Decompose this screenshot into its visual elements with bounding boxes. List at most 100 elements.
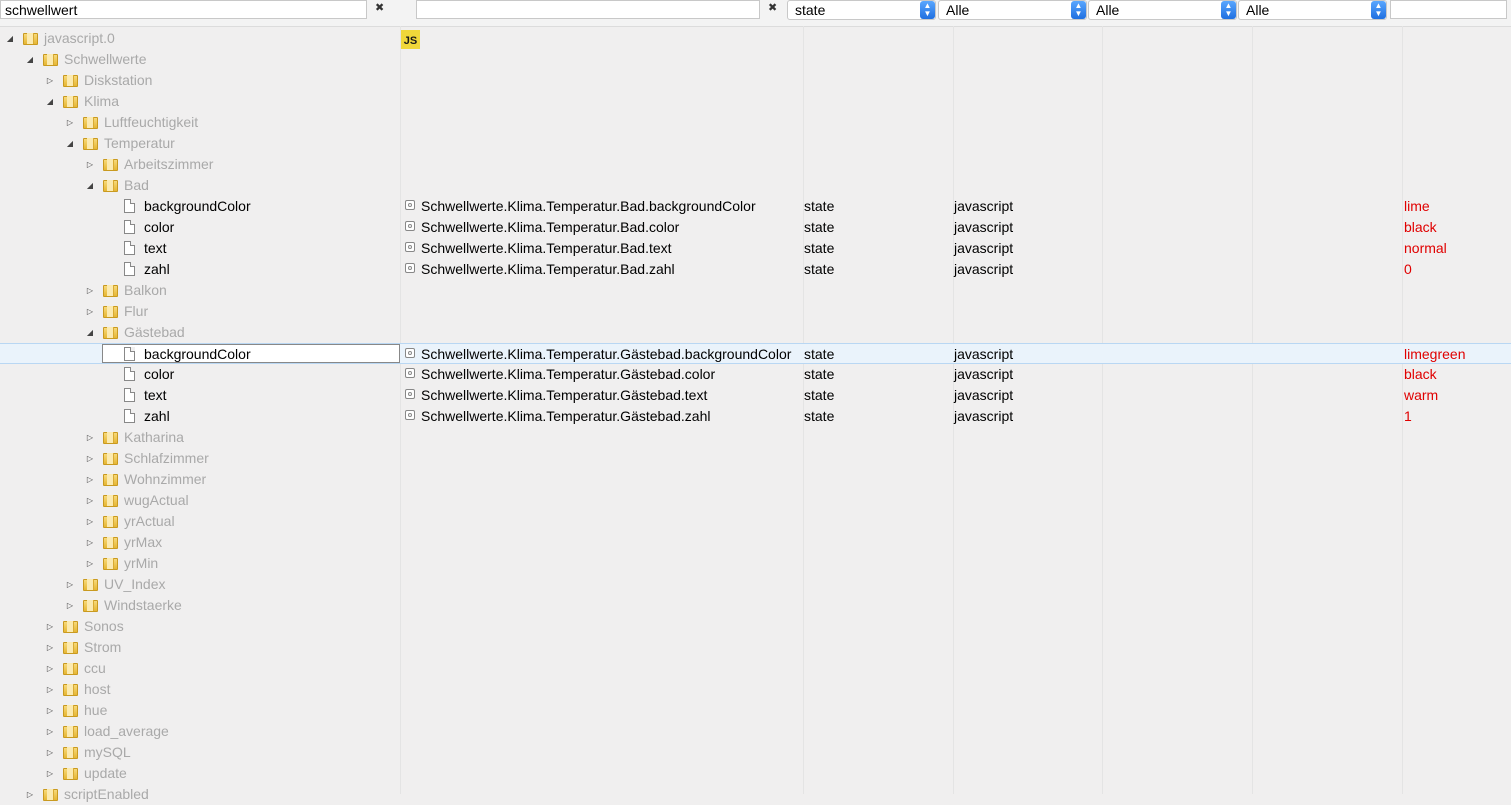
type-filter-select[interactable]: state ▲ ▼ [787, 0, 936, 20]
object-value[interactable]: 1 [1404, 406, 1412, 427]
expand-toggle-icon[interactable]: ▷ [45, 721, 55, 742]
tree-folder-row[interactable]: ▷ hue [0, 700, 1511, 721]
object-value[interactable]: lime [1404, 196, 1430, 217]
tree-state-row[interactable]: color Schwellwerte.Klima.Temperatur.Bad.c… [0, 217, 1511, 238]
tree-folder-row[interactable]: ▷ scriptEnabled [0, 784, 1511, 805]
collapse-toggle-icon[interactable]: ◢ [25, 49, 35, 70]
folder-icon [103, 285, 118, 297]
expand-toggle-icon[interactable]: ▷ [45, 700, 55, 721]
state-label: color [144, 366, 175, 382]
tree-folder-row[interactable]: ▷ yrMax [0, 532, 1511, 553]
expand-toggle-icon[interactable]: ▷ [45, 637, 55, 658]
collapse-toggle-icon[interactable]: ◢ [65, 133, 75, 154]
expand-toggle-icon[interactable]: ▷ [45, 658, 55, 679]
object-value[interactable]: normal [1404, 238, 1447, 259]
object-value[interactable]: 0 [1404, 259, 1412, 280]
folder-icon [103, 558, 118, 570]
tree-folder-row[interactable]: ▷ yrActual [0, 511, 1511, 532]
tree-folder-row[interactable]: ▷ Flur [0, 301, 1511, 322]
tree-folder-row[interactable]: ◢ Schwellwerte [0, 49, 1511, 70]
state-icon [405, 410, 415, 420]
tree-folder-row[interactable]: ◢ javascript.0 [0, 28, 1511, 49]
tree-folder-row[interactable]: ▷ host [0, 679, 1511, 700]
expand-toggle-icon[interactable]: ▷ [85, 427, 95, 448]
expand-toggle-icon[interactable]: ▷ [85, 469, 95, 490]
expand-toggle-icon[interactable]: ▷ [85, 553, 95, 574]
tree-state-row[interactable]: text Schwellwerte.Klima.Temperatur.Gästeb… [0, 385, 1511, 406]
expand-toggle-icon[interactable]: ▷ [65, 595, 75, 616]
tree-state-row[interactable]: zahl Schwellwerte.Klima.Temperatur.Bad.za… [0, 259, 1511, 280]
expand-toggle-icon[interactable]: ▷ [85, 280, 95, 301]
folder-label: Klima [84, 93, 120, 109]
object-value[interactable]: black [1404, 217, 1437, 238]
tree-folder-row[interactable]: ▷ Windstaerke [0, 595, 1511, 616]
room-filter-value: Alle [1096, 2, 1120, 18]
tree-folder-row[interactable]: ◢ Bad [0, 175, 1511, 196]
chevron-updown-icon: ▲ ▼ [1221, 1, 1236, 19]
tree-state-row[interactable]: text Schwellwerte.Klima.Temperatur.Bad.te… [0, 238, 1511, 259]
tree-folder-row[interactable]: ▷ Strom [0, 637, 1511, 658]
expand-toggle-icon[interactable]: ▷ [85, 511, 95, 532]
expand-toggle-icon[interactable]: ▷ [25, 784, 35, 805]
collapse-toggle-icon[interactable]: ◢ [85, 175, 95, 196]
tree-state-row[interactable]: zahl Schwellwerte.Klima.Temperatur.Gästeb… [0, 406, 1511, 427]
expand-toggle-icon[interactable]: ▷ [45, 616, 55, 637]
state-icon [405, 200, 415, 210]
tree-folder-row[interactable]: ▷ update [0, 763, 1511, 784]
tree-folder-row[interactable]: ▷ Luftfeuchtigkeit [0, 112, 1511, 133]
tree-folder-row[interactable]: ▷ Wohnzimmer [0, 469, 1511, 490]
expand-toggle-icon[interactable]: ▷ [65, 112, 75, 133]
expand-toggle-icon[interactable]: ▷ [85, 301, 95, 322]
tree-state-row[interactable]: backgroundColor Schwellwerte.Klima.Temper… [0, 343, 1511, 364]
id-filter-input[interactable] [416, 0, 760, 19]
tree-folder-row[interactable]: ◢ Klima [0, 91, 1511, 112]
value-filter-input[interactable] [1390, 0, 1507, 19]
expand-toggle-icon[interactable]: ▷ [45, 763, 55, 784]
state-label: zahl [144, 261, 170, 277]
tree-state-row[interactable]: color Schwellwerte.Klima.Temperatur.Gäste… [0, 364, 1511, 385]
expand-toggle-icon[interactable]: ▷ [45, 70, 55, 91]
tree-state-row[interactable]: backgroundColor Schwellwerte.Klima.Temper… [0, 196, 1511, 217]
expand-toggle-icon[interactable]: ▷ [65, 574, 75, 595]
expand-toggle-icon[interactable]: ▷ [85, 532, 95, 553]
object-adapter: javascript [954, 240, 1014, 256]
tree-folder-row[interactable]: ▷ Schlafzimmer [0, 448, 1511, 469]
collapse-toggle-icon[interactable]: ◢ [85, 322, 95, 343]
tree-folder-row[interactable]: ▷ Diskstation [0, 70, 1511, 91]
file-icon [124, 241, 135, 255]
name-filter-input[interactable] [0, 0, 367, 19]
state-label: zahl [144, 408, 170, 424]
expand-toggle-icon[interactable]: ▷ [85, 448, 95, 469]
object-id: Schwellwerte.Klima.Temperatur.Bad.zahl [421, 261, 675, 277]
tree-folder-row[interactable]: ◢ Temperatur [0, 133, 1511, 154]
file-icon [124, 262, 135, 276]
tree-folder-row[interactable]: ▷ Balkon [0, 280, 1511, 301]
collapse-toggle-icon[interactable]: ◢ [5, 28, 15, 49]
tree-folder-row[interactable]: ▷ ccu [0, 658, 1511, 679]
folder-label: Sonos [84, 618, 124, 634]
tree-folder-row[interactable]: ▷ Sonos [0, 616, 1511, 637]
object-value[interactable]: limegreen [1404, 344, 1465, 365]
tree-folder-row[interactable]: ▷ yrMin [0, 553, 1511, 574]
tree-folder-row[interactable]: ◢ Gästebad [0, 322, 1511, 343]
expand-toggle-icon[interactable]: ▷ [85, 154, 95, 175]
tree-folder-row[interactable]: ▷ Katharina [0, 427, 1511, 448]
tree-folder-row[interactable]: ▷ mySQL [0, 742, 1511, 763]
object-value[interactable]: warm [1404, 385, 1438, 406]
tree-folder-row[interactable]: ▷ Arbeitszimmer [0, 154, 1511, 175]
expand-toggle-icon[interactable]: ▷ [85, 490, 95, 511]
room-filter-select[interactable]: Alle ▲ ▼ [1088, 0, 1237, 20]
expand-toggle-icon[interactable]: ▷ [45, 679, 55, 700]
folder-label: yrActual [124, 513, 175, 529]
tree-folder-row[interactable]: ▷ wugActual [0, 490, 1511, 511]
collapse-toggle-icon[interactable]: ◢ [45, 91, 55, 112]
object-value[interactable]: black [1404, 364, 1437, 385]
clear-name-filter-icon[interactable]: ✖ [375, 1, 384, 14]
function-filter-select[interactable]: Alle ▲ ▼ [1238, 0, 1387, 20]
tree-folder-row[interactable]: ▷ UV_Index [0, 574, 1511, 595]
role-filter-select[interactable]: Alle ▲ ▼ [938, 0, 1087, 20]
clear-id-filter-icon[interactable]: ✖ [768, 1, 777, 14]
expand-toggle-icon[interactable]: ▷ [45, 742, 55, 763]
folder-label: Arbeitszimmer [124, 156, 214, 172]
tree-folder-row[interactable]: ▷ load_average [0, 721, 1511, 742]
